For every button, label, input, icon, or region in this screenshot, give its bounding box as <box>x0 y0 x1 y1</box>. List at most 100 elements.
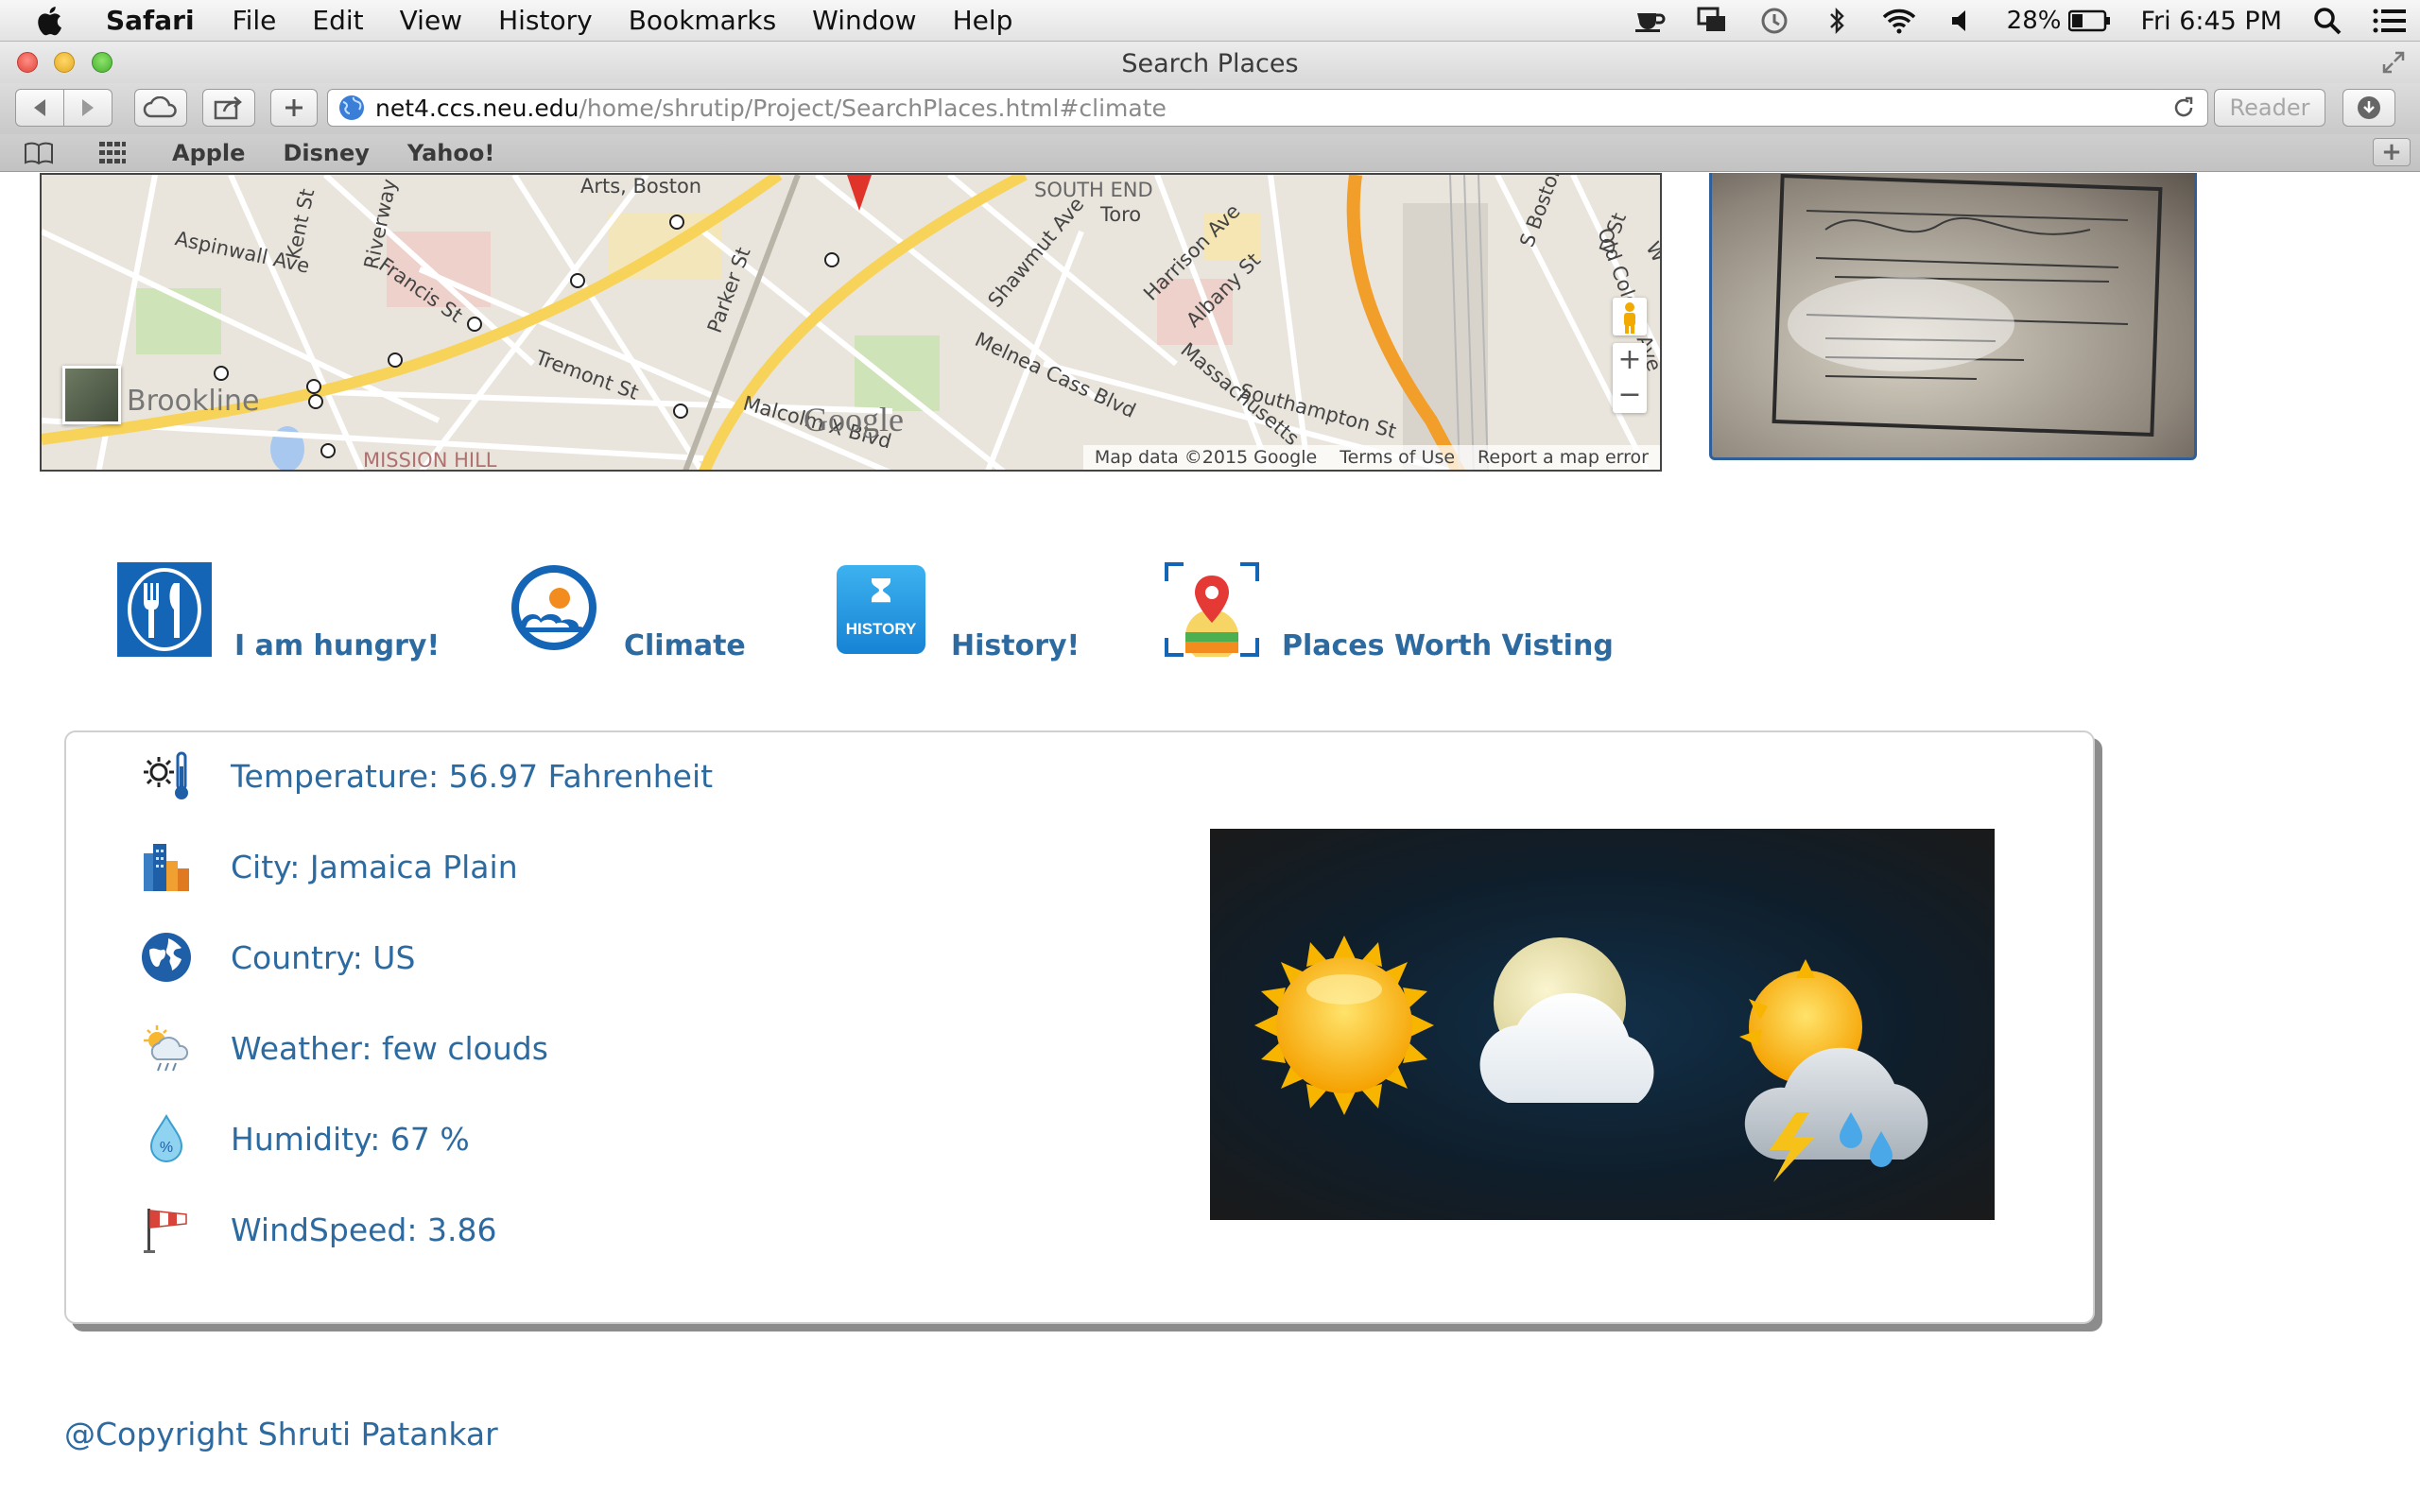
battery-icon[interactable] <box>2068 6 2112 36</box>
map-attribution: Map data ©2015 Google Terms of Use Repor… <box>1082 445 1660 470</box>
svg-text:%: % <box>160 1140 173 1156</box>
humidity-value: Humidity: 67 % <box>231 1120 470 1158</box>
map-zoom-control: + − <box>1613 343 1647 413</box>
nav-places-label[interactable]: Places Worth Visting <box>1282 629 1614 662</box>
bookmarks-bar: Apple Disney Yahoo! + <box>0 134 2420 172</box>
humidity-row: % Humidity: 67 % <box>140 1112 470 1165</box>
share-icon <box>214 96 242 120</box>
globe-earth-icon <box>142 933 191 982</box>
address-bar[interactable]: net4.ccs.neu.edu/home/shrutip/Project/Se… <box>327 89 2208 127</box>
menu-file[interactable]: File <box>233 5 277 36</box>
map-pin-focus-icon <box>1165 562 1259 657</box>
window-title: Search Places <box>1121 49 1299 78</box>
zoom-out-button[interactable]: − <box>1613 378 1647 413</box>
window-title-bar: Search Places <box>0 42 2420 83</box>
copyright-footer: @Copyright Shruti Patankar <box>64 1416 498 1452</box>
coffee-cup-icon[interactable] <box>1633 6 1667 36</box>
reload-icon[interactable] <box>2171 95 2196 120</box>
nav-climate[interactable]: Climate <box>507 562 746 662</box>
reading-list-icon[interactable] <box>23 141 55 165</box>
thermometer-sun-icon <box>144 751 188 799</box>
menu-view[interactable]: View <box>400 5 462 36</box>
top-sites-grid-icon[interactable] <box>98 141 127 165</box>
city-value: City: Jamaica Plain <box>231 848 518 885</box>
url-host: net4.ccs.neu.edu <box>375 94 579 122</box>
temperature-value: Temperature: 56.97 Fahrenheit <box>231 757 714 795</box>
map-label: Toro <box>1100 203 1142 226</box>
country-value: Country: US <box>231 938 416 976</box>
bookmark-apple[interactable]: Apple <box>172 140 245 166</box>
humidity-drop-icon: % <box>149 1113 183 1162</box>
menu-history[interactable]: History <box>498 5 593 36</box>
google-map[interactable]: Arts, Boston SOUTH END Toro Aspinwall Av… <box>40 173 1662 472</box>
url-path: /home/shrutip/Project/SearchPlaces.html#… <box>579 94 1167 122</box>
spotlight-icon[interactable] <box>2310 6 2344 36</box>
menu-window[interactable]: Window <box>812 5 916 36</box>
back-button[interactable] <box>15 89 64 127</box>
menu-bar: Safari File Edit View History Bookmarks … <box>0 0 2420 42</box>
bluetooth-icon[interactable] <box>1820 6 1854 36</box>
volume-icon[interactable] <box>1945 6 1979 36</box>
nav-hungry[interactable]: I am hungry! <box>117 562 440 662</box>
street-view-pegman-icon[interactable] <box>1613 298 1647 335</box>
satellite-view-toggle[interactable] <box>62 366 121 424</box>
add-bookmark-button[interactable]: + <box>2373 138 2411 166</box>
temperature-row: Temperature: 56.97 Fahrenheit <box>140 749 713 802</box>
city-buildings-icon <box>144 844 189 891</box>
map-label: Arts, Boston <box>580 175 702 198</box>
menu-help[interactable]: Help <box>953 5 1013 36</box>
cloud-icon <box>143 96 177 118</box>
web-page: Arts, Boston SOUTH END Toro Aspinwall Av… <box>0 173 2420 1512</box>
climate-globe-icon <box>511 565 596 650</box>
nav-history[interactable]: HISTORY History! <box>834 562 1080 662</box>
fullscreen-icon[interactable] <box>2380 49 2407 76</box>
time-machine-icon[interactable] <box>1757 6 1791 36</box>
map-label: MISSION HILL <box>363 449 497 472</box>
nav-places[interactable]: Places Worth Visting <box>1165 562 1614 662</box>
bookmark-disney[interactable]: Disney <box>283 140 369 166</box>
partly-cloudy-rain-icon <box>144 1025 189 1072</box>
weather-illustration <box>1210 829 1995 1220</box>
zoom-in-button[interactable]: + <box>1613 343 1647 378</box>
fork-knife-icon <box>117 562 212 657</box>
downloads-button[interactable] <box>2342 89 2395 127</box>
google-logo: Google <box>804 401 904 438</box>
notification-center-icon[interactable] <box>2373 6 2407 36</box>
map-label: SOUTH END <box>1034 179 1153 201</box>
new-tab-button[interactable] <box>270 89 318 127</box>
browser-toolbar: net4.ccs.neu.edu/home/shrutip/Project/Se… <box>0 83 2420 134</box>
menu-bookmarks[interactable]: Bookmarks <box>629 5 776 36</box>
forward-button[interactable] <box>63 89 112 127</box>
reader-button[interactable]: Reader <box>2214 89 2325 127</box>
share-button[interactable] <box>202 89 255 127</box>
terms-of-use-link[interactable]: Terms of Use <box>1340 447 1455 468</box>
screen-mirror-icon[interactable] <box>1695 6 1729 36</box>
windspeed-row: WindSpeed: 3.86 <box>140 1203 496 1256</box>
menu-extras: 28% Fri 6:45 PM <box>1633 0 2420 42</box>
report-map-error-link[interactable]: Report a map error <box>1478 447 1649 468</box>
battery-percent[interactable]: 28% <box>2007 7 2062 35</box>
svg-text:HISTORY: HISTORY <box>846 620 917 638</box>
nav-hungry-label[interactable]: I am hungry! <box>234 629 440 662</box>
weather-value: Weather: few clouds <box>231 1029 548 1067</box>
windsock-icon <box>144 1209 187 1253</box>
bookmark-yahoo[interactable]: Yahoo! <box>407 140 494 166</box>
forward-arrow-icon <box>82 99 94 116</box>
menu-clock[interactable]: Fri 6:45 PM <box>2140 7 2282 36</box>
apple-menu-icon[interactable] <box>34 4 68 38</box>
feature-nav: I am hungry! Climate HISTORY History! Pl… <box>0 562 2420 676</box>
country-row: Country: US <box>140 931 415 984</box>
menu-app-name[interactable]: Safari <box>106 5 195 36</box>
climate-card: Temperature: 56.97 Fahrenheit City: Jama… <box>64 730 2095 1324</box>
weather-row: Weather: few clouds <box>140 1022 548 1074</box>
download-icon <box>2358 96 2380 119</box>
menu-edit[interactable]: Edit <box>312 5 363 36</box>
history-hourglass-icon: HISTORY <box>837 565 925 654</box>
city-row: City: Jamaica Plain <box>140 840 518 893</box>
globe-icon <box>339 95 364 120</box>
icloud-tabs-button[interactable] <box>134 89 187 127</box>
place-photo <box>1709 173 2197 460</box>
wifi-icon[interactable] <box>1882 6 1916 36</box>
nav-history-label[interactable]: History! <box>951 629 1080 662</box>
nav-climate-label[interactable]: Climate <box>624 629 746 662</box>
